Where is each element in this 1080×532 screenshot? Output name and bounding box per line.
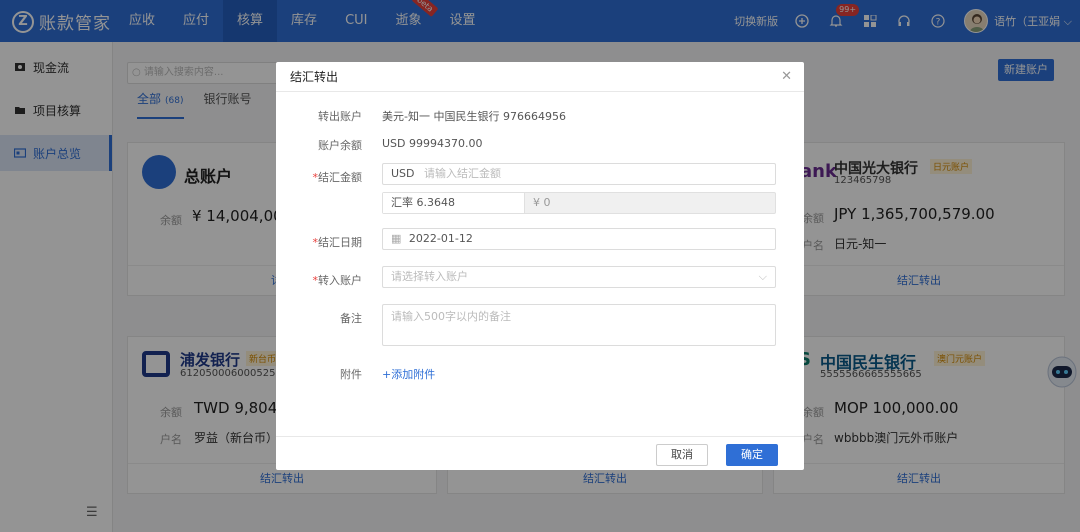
amount-label: *结汇金额	[313, 169, 363, 185]
amount-currency: USD	[391, 167, 415, 180]
remark-label: 备注	[340, 312, 362, 325]
remark-textarea[interactable]: 请输入500字以内的备注	[382, 304, 776, 346]
amount-placeholder: 请输入结汇金额	[424, 167, 502, 180]
exchange-rate-field: 汇率 6.3648 ¥ 0	[382, 192, 776, 214]
from-account-label: 转出账户	[318, 110, 362, 123]
converted-amount: ¥ 0	[533, 196, 551, 209]
to-account-placeholder: 请选择转入账户	[391, 270, 468, 283]
amount-input[interactable]: USD 请输入结汇金额	[382, 163, 776, 185]
amount-label-text: 结汇金额	[318, 171, 362, 184]
calendar-icon: ▦	[391, 232, 402, 245]
cancel-button[interactable]: 取消	[656, 444, 708, 466]
balance-value: USD 99994370.00	[382, 137, 483, 150]
confirm-button[interactable]: 确定	[726, 444, 778, 466]
add-attachment-link[interactable]: +添加附件	[382, 366, 435, 382]
from-account-value: 美元-知一 中国民生银行 976664956	[382, 110, 566, 123]
dialog-footer: 取消 确定	[276, 436, 804, 470]
exchange-rate-value: 汇率 6.3648	[383, 193, 525, 213]
exchange-out-dialog: 结汇转出 ✕ 转出账户 美元-知一 中国民生银行 976664956 账户余额 …	[276, 62, 804, 470]
date-picker[interactable]: ▦ 2022-01-12	[382, 228, 776, 250]
close-icon[interactable]: ✕	[781, 69, 792, 84]
balance-label: 账户余额	[318, 139, 362, 152]
to-account-label-text: 转入账户	[318, 274, 362, 287]
attachment-label: 附件	[340, 368, 362, 381]
to-account-label: *转入账户	[313, 272, 363, 288]
date-value: 2022-01-12	[408, 232, 473, 245]
date-label-text: 结汇日期	[318, 236, 362, 249]
chevron-down-icon: ⌵	[758, 270, 767, 283]
to-account-select[interactable]: 请选择转入账户 ⌵	[382, 266, 776, 288]
remark-placeholder: 请输入500字以内的备注	[391, 310, 511, 323]
dialog-title: 结汇转出	[276, 62, 804, 92]
date-label: *结汇日期	[313, 234, 363, 250]
